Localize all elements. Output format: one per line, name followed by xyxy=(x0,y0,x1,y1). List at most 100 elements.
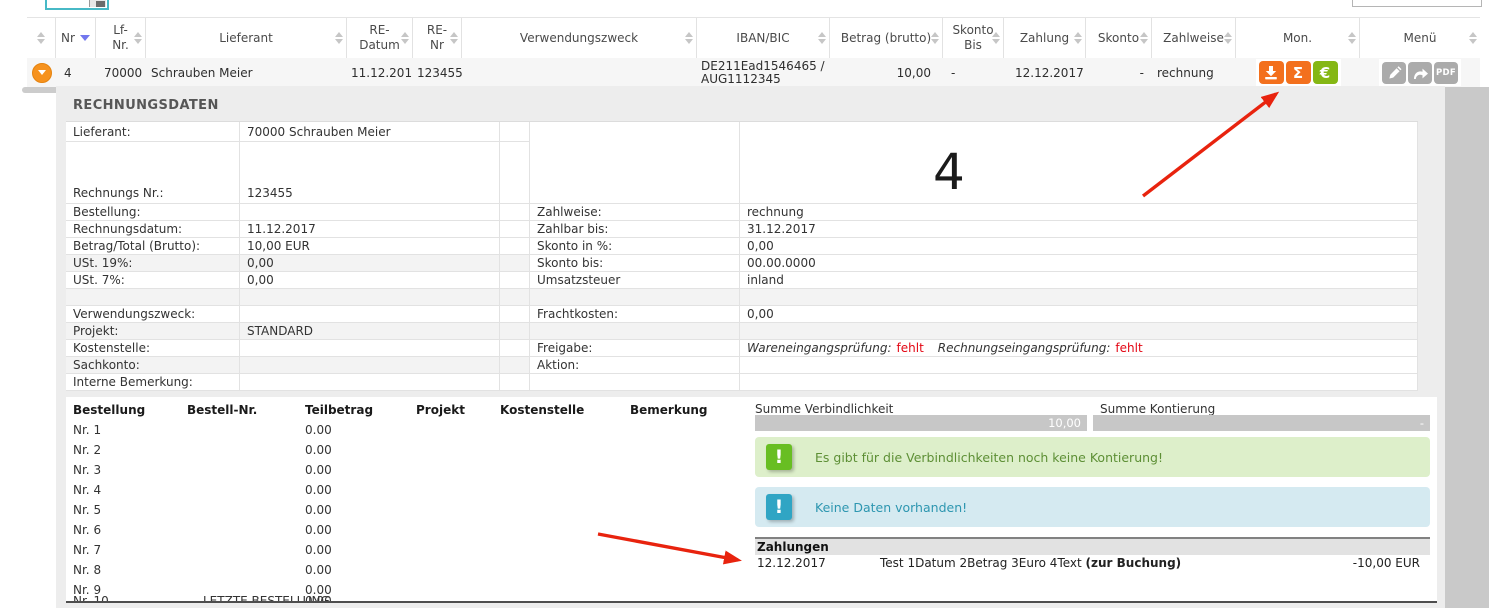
edit-pencil-icon[interactable] xyxy=(1382,62,1406,84)
field-row xyxy=(530,374,1418,391)
bestellung-column-header: Kostenstelle xyxy=(500,403,584,417)
no-data-alert: ! Keine Daten vorhanden! xyxy=(755,487,1430,527)
invoice-row[interactable]: 4 70000 Schrauben Meier 11.12.2017 12345… xyxy=(27,58,1480,87)
field-row: Umsatzsteuerinland xyxy=(530,272,1418,289)
sort-arrows-icon[interactable] xyxy=(992,32,1000,44)
invoice-fields: Lieferant:70000 Schrauben MeierRechnungs… xyxy=(66,121,1418,391)
cell-betrag: 10,00 xyxy=(830,58,943,87)
sort-arrows-icon[interactable] xyxy=(1074,32,1082,44)
field-label: Kostenstelle: xyxy=(66,340,240,356)
zahlungen-section-header: Zahlungen xyxy=(755,537,1430,555)
column-header-menu[interactable]: Menü xyxy=(1360,18,1480,58)
download-icon[interactable] xyxy=(1259,61,1284,84)
field-label: USt. 19%: xyxy=(66,255,240,271)
field-row: Skonto in %:0,00 xyxy=(530,238,1418,255)
field-label xyxy=(530,374,740,390)
sort-arrows-icon[interactable] xyxy=(1348,32,1356,44)
filter-input-partial[interactable] xyxy=(1352,0,1482,7)
field-row: Skonto bis:00.00.0000 xyxy=(530,255,1418,272)
bestellung-column-header: Teilbetrag xyxy=(305,403,373,417)
bestellung-teilbetrag: 0.00 xyxy=(305,563,332,577)
forward-arrow-icon[interactable] xyxy=(1408,62,1432,84)
freigabe-check-name: Rechnungseingangsprüfung: xyxy=(938,341,1111,355)
sort-arrows-icon[interactable] xyxy=(818,32,826,44)
column-header-re-datum[interactable]: RE-Datum xyxy=(347,18,413,58)
field-label: Lieferant: xyxy=(66,122,240,141)
sort-arrows-icon[interactable] xyxy=(335,32,343,44)
field-spacer xyxy=(500,374,530,390)
column-header-nr[interactable]: Nr xyxy=(56,18,96,58)
column-header-iban-bic[interactable]: IBAN/BIC xyxy=(697,18,830,58)
column-label: Lieferant xyxy=(209,31,283,46)
bestellung-teilbetrag: 0.00 xyxy=(305,523,332,537)
field-label: Aktion: xyxy=(530,357,740,373)
collapse-row-button[interactable] xyxy=(32,63,52,83)
cell-re-nr: 123455 xyxy=(413,58,462,87)
column-header-mon[interactable]: Mon. xyxy=(1236,18,1360,58)
column-header-zahlweise[interactable]: Zahlweise xyxy=(1152,18,1236,58)
sort-arrows-icon[interactable] xyxy=(1469,32,1477,44)
field-label: Freigabe: xyxy=(530,340,740,356)
field-row: Frachtkosten:0,00 xyxy=(530,306,1418,323)
exclamation-icon: ! xyxy=(766,444,792,470)
cell-verwendungszweck xyxy=(462,58,697,87)
filter-combobox-partial[interactable] xyxy=(45,0,109,10)
column-header-verwendungszweck[interactable]: Verwendungszweck xyxy=(462,18,697,58)
sum-sigma-icon[interactable]: Σ xyxy=(1286,61,1311,84)
alert-text: Es gibt für die Verbindlichkeiten noch k… xyxy=(815,450,1163,465)
sort-arrows-icon[interactable] xyxy=(450,32,458,44)
summe-kontierung-label: Summe Kontierung xyxy=(1100,402,1215,416)
field-spacer xyxy=(500,357,530,373)
sort-arrows-icon[interactable] xyxy=(685,32,693,44)
field-label xyxy=(530,289,740,305)
column-header-zahlung[interactable]: Zahlung xyxy=(1004,18,1086,58)
field-row xyxy=(530,289,1418,306)
column-header-lf-nr[interactable]: Lf-Nr. xyxy=(96,18,146,58)
cell-zahlung: 12.12.2017 xyxy=(1004,58,1086,87)
bestellung-teilbetrag: 0.00 xyxy=(305,543,332,557)
field-row: Freigabe:Wareneingangsprüfung:fehltRechn… xyxy=(530,340,1418,357)
column-header-re-nr[interactable]: RE-Nr xyxy=(413,18,462,58)
field-label: Zahlweise: xyxy=(530,204,740,220)
field-value: 0,00 xyxy=(740,238,1418,254)
column-header-betrag[interactable]: Betrag (brutto) xyxy=(830,18,943,58)
field-value xyxy=(740,374,1418,390)
bestellung-nr: Nr. 4 xyxy=(73,483,101,497)
field-spacer xyxy=(500,340,530,356)
column-header-expander[interactable] xyxy=(27,18,56,58)
vertical-scrollbar[interactable] xyxy=(1445,87,1489,608)
field-row: Rechnungs Nr.:123455 xyxy=(66,142,530,204)
bestellung-nr: Nr. 6 xyxy=(73,523,101,537)
invoice-management-screen: Nr Lf-Nr. Lieferant RE-Datum RE-Nr Verwe… xyxy=(0,0,1489,608)
field-spacer xyxy=(500,323,530,339)
field-value xyxy=(740,122,1418,203)
cell-skonto-bis: - xyxy=(943,58,1004,87)
column-header-lieferant[interactable]: Lieferant xyxy=(146,18,347,58)
bestellung-nr: Nr. 1 xyxy=(73,423,101,437)
sort-arrows-icon[interactable] xyxy=(931,32,939,44)
freigabe-check-status: fehlt xyxy=(897,341,924,355)
bestellung-teilbetrag: 0.00 xyxy=(305,423,332,437)
euro-payment-icon[interactable]: € xyxy=(1313,61,1338,84)
field-value: rechnung xyxy=(740,204,1418,220)
sort-arrows-icon[interactable] xyxy=(37,32,45,44)
combobox-dropdown-button[interactable] xyxy=(89,0,106,7)
kontierung-summary-section: Summe Verbindlichkeit Summe Kontierung 1… xyxy=(755,397,1430,603)
kontierung-amount-bar: - xyxy=(1093,415,1430,431)
sort-arrows-icon[interactable] xyxy=(1224,32,1232,44)
sort-arrows-icon[interactable] xyxy=(134,32,142,44)
column-header-skonto[interactable]: Skonto xyxy=(1086,18,1152,58)
field-row: Zahlbar bis:31.12.2017 xyxy=(530,221,1418,238)
field-label: Rechnungsdatum: xyxy=(66,221,240,237)
field-spacer xyxy=(500,204,530,220)
sort-arrows-icon[interactable] xyxy=(401,32,409,44)
bestellung-nr: Nr. 8 xyxy=(73,563,101,577)
field-row: USt. 7%:0,00 xyxy=(66,272,530,289)
sort-arrows-icon[interactable] xyxy=(1140,32,1148,44)
field-label: Betrag/Total (Brutto): xyxy=(66,238,240,254)
bestellung-nr: Nr. 3 xyxy=(73,463,101,477)
pdf-icon[interactable]: PDF xyxy=(1434,62,1458,84)
column-label: Menü xyxy=(1394,31,1447,46)
column-header-skonto-bis[interactable]: Skonto Bis xyxy=(943,18,1004,58)
field-label: Zahlbar bis: xyxy=(530,221,740,237)
